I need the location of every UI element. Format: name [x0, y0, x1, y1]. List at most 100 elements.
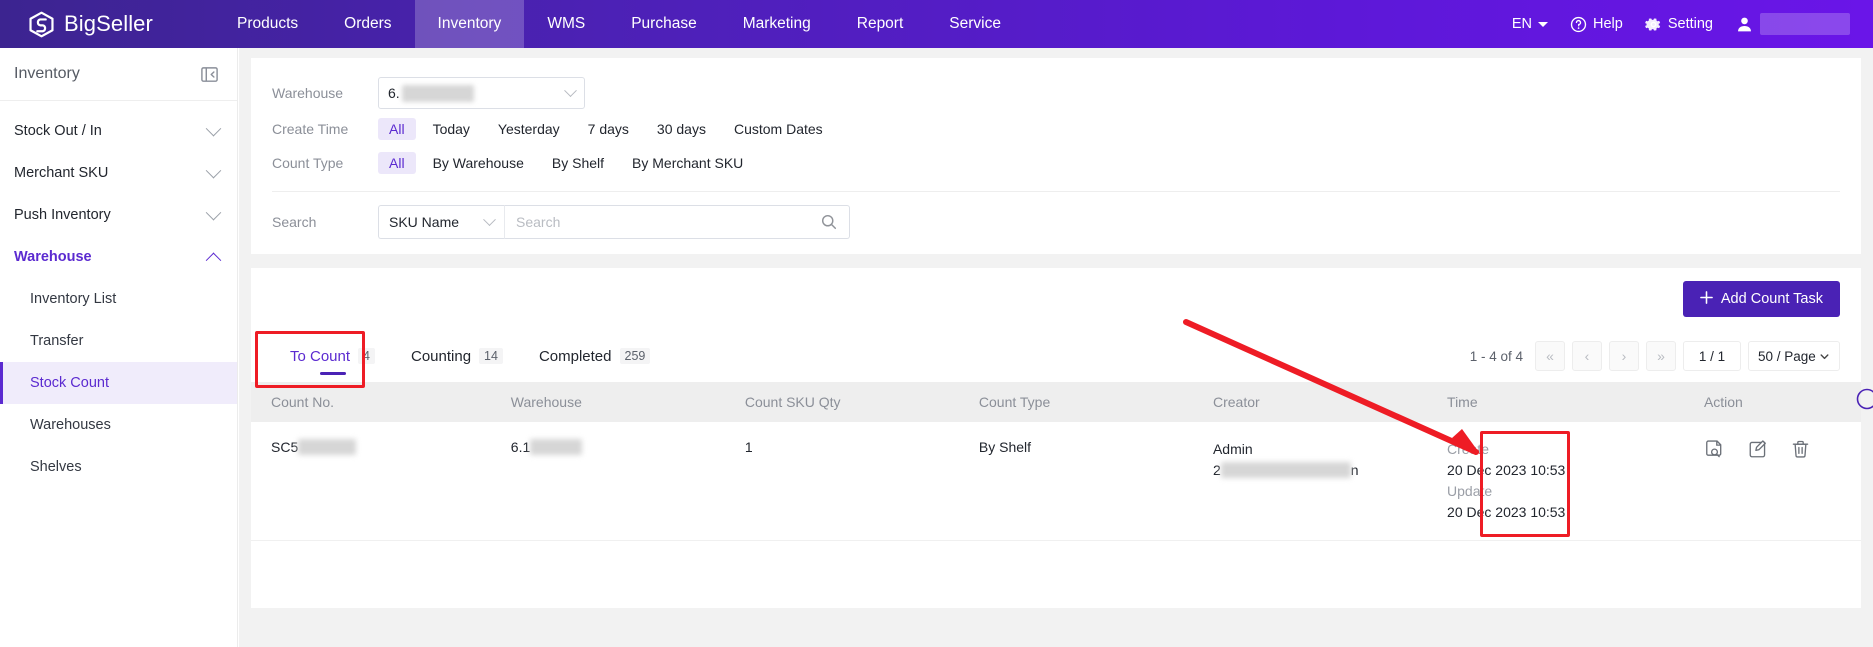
sidebar-item-label: Stock Out / In	[14, 123, 102, 139]
nav-item-wms[interactable]: WMS	[524, 0, 608, 48]
table-body: SC5 6.1 1 By Shelf Admin 2n Create 20 De…	[251, 422, 1861, 541]
chevron-down-icon	[205, 120, 222, 136]
creator-id-suffix: n	[1350, 462, 1359, 478]
gear-icon	[1645, 17, 1660, 31]
sidebar-item-push-inventory[interactable]: Push Inventory	[0, 194, 237, 236]
count-type-chip-by-shelf[interactable]: By Shelf	[541, 152, 615, 174]
pagination-prev-button[interactable]: ‹	[1572, 341, 1602, 371]
edit-icon[interactable]	[1747, 439, 1768, 460]
add-count-task-button[interactable]: Add Count Task	[1682, 281, 1840, 317]
nav-item-inventory[interactable]: Inventory	[414, 0, 525, 48]
sidebar-item-label: Warehouse	[14, 249, 92, 265]
brand-name: BigSeller	[64, 11, 153, 36]
search-input[interactable]	[516, 214, 820, 230]
page-size-value: 50 / Page	[1758, 348, 1816, 364]
count-type-chip-by-warehouse[interactable]: By Warehouse	[422, 152, 535, 174]
sidebar-item-transfer[interactable]: Transfer	[0, 320, 237, 362]
column-header-count-type: Count Type	[958, 382, 1193, 422]
filter-row-count-type: Count Type All By Warehouse By Shelf By …	[251, 146, 1861, 180]
create-time-chip-today[interactable]: Today	[422, 118, 481, 140]
update-time-label: Update	[1447, 483, 1493, 499]
warehouse-filter-label: Warehouse	[272, 85, 344, 101]
search-type-value: SKU Name	[389, 214, 460, 230]
search-icon[interactable]	[820, 213, 838, 231]
sidebar-item-merchant-sku[interactable]: Merchant SKU	[0, 152, 237, 194]
column-header-warehouse: Warehouse	[490, 382, 725, 422]
pagination-last-button[interactable]: »	[1646, 341, 1676, 371]
pagination-first-button[interactable]: «	[1535, 341, 1565, 371]
create-time-chip-all[interactable]: All	[378, 118, 416, 140]
create-time-chip-custom-dates[interactable]: Custom Dates	[723, 118, 834, 140]
column-header-action: Action	[1683, 382, 1861, 422]
nav-item-service[interactable]: Service	[926, 0, 1024, 48]
search-type-select[interactable]: SKU Name	[378, 205, 505, 239]
nav-item-products[interactable]: Products	[214, 0, 321, 48]
sidebar-item-inventory-list[interactable]: Inventory List	[0, 278, 237, 320]
count-detail-icon[interactable]	[1704, 439, 1725, 460]
create-time-chip-group: All Today Yesterday 7 days 30 days Custo…	[378, 118, 840, 140]
help-button[interactable]: Help	[1559, 0, 1634, 48]
stock-count-panel: Add Count Task To Count 4 Counting 14 Co…	[251, 268, 1861, 608]
sidebar-item-label: Inventory List	[30, 291, 117, 307]
language-switcher[interactable]: EN	[1501, 0, 1559, 48]
nav-item-marketing[interactable]: Marketing	[720, 0, 834, 48]
column-header-count-sku-qty: Count SKU Qty	[724, 382, 959, 422]
nav-item-orders[interactable]: Orders	[321, 0, 414, 48]
sidebar-item-stock-out-in[interactable]: Stock Out / In	[0, 110, 237, 152]
column-header-creator: Creator	[1192, 382, 1428, 422]
chevron-down-icon	[564, 83, 577, 97]
column-header-time: Time	[1427, 382, 1684, 422]
brand-logo[interactable]: BigSeller	[0, 11, 214, 38]
row-action-group	[1704, 439, 1851, 460]
count-type-chip-by-merchant-sku[interactable]: By Merchant SKU	[621, 152, 754, 174]
table-row[interactable]: SC5 6.1 1 By Shelf Admin 2n Create 20 De…	[251, 422, 1861, 541]
warehouse-select[interactable]: 6.	[378, 77, 585, 109]
count-type-chip-all[interactable]: All	[378, 152, 416, 174]
table-header: Count No. Warehouse Count SKU Qty Count …	[251, 382, 1861, 422]
create-time-value: 20 Dec 2023 10:53	[1447, 462, 1566, 478]
cell-count-type: By Shelf	[958, 422, 1193, 541]
count-type-chip-group: All By Warehouse By Shelf By Merchant SK…	[378, 152, 760, 174]
sidebar-item-warehouses[interactable]: Warehouses	[0, 404, 237, 446]
chevron-down-icon	[1538, 21, 1549, 27]
chevron-down-icon	[1820, 353, 1829, 359]
pagination-current-page[interactable]: 1 / 1	[1683, 341, 1741, 371]
pagination-range: 1 - 4 of 4	[1469, 348, 1523, 364]
nav-item-purchase[interactable]: Purchase	[608, 0, 719, 48]
create-time-chip-30-days[interactable]: 30 days	[646, 118, 717, 140]
page-size-select[interactable]: 50 / Page	[1748, 341, 1840, 371]
delete-icon[interactable]	[1790, 439, 1811, 460]
tab-label: Completed	[538, 347, 612, 365]
sidebar-item-label: Push Inventory	[14, 207, 111, 223]
account-name-redacted	[1760, 13, 1850, 35]
tab-completed[interactable]: Completed 259	[521, 330, 668, 382]
filter-divider	[272, 191, 1840, 192]
sidebar-item-warehouse[interactable]: Warehouse	[0, 236, 237, 278]
nav-item-report[interactable]: Report	[834, 0, 927, 48]
user-account-menu[interactable]	[1724, 0, 1861, 48]
create-time-chip-7-days[interactable]: 7 days	[577, 118, 640, 140]
bigseller-logo-icon	[29, 11, 54, 37]
creator-id-redacted	[1220, 462, 1351, 478]
sidebar-title: Inventory	[14, 65, 80, 82]
language-label: EN	[1511, 16, 1533, 32]
count-no-redacted	[298, 439, 357, 455]
chevron-up-icon	[205, 252, 222, 268]
tab-to-count[interactable]: To Count 4	[272, 330, 393, 382]
create-time-chip-yesterday[interactable]: Yesterday	[487, 118, 571, 140]
tab-count-badge: 4	[358, 348, 375, 364]
plus-icon	[1700, 290, 1713, 308]
cell-creator: Admin 2n	[1192, 422, 1428, 541]
sidebar-collapse-icon[interactable]	[200, 65, 219, 84]
pagination-next-button[interactable]: ›	[1609, 341, 1639, 371]
cell-count-sku-qty: 1	[724, 422, 959, 541]
search-input-wrap	[505, 205, 850, 239]
setting-button[interactable]: Setting	[1634, 0, 1724, 48]
sidebar-item-label: Merchant SKU	[14, 165, 109, 181]
creator-id-prefix: 2	[1212, 462, 1221, 478]
tab-counting[interactable]: Counting 14	[393, 330, 521, 382]
sidebar-item-stock-count[interactable]: Stock Count	[0, 362, 237, 404]
sidebar-item-shelves[interactable]: Shelves	[0, 446, 237, 488]
sidebar-header: Inventory	[0, 48, 237, 101]
filter-row-create-time: Create Time All Today Yesterday 7 days 3…	[251, 112, 1861, 146]
